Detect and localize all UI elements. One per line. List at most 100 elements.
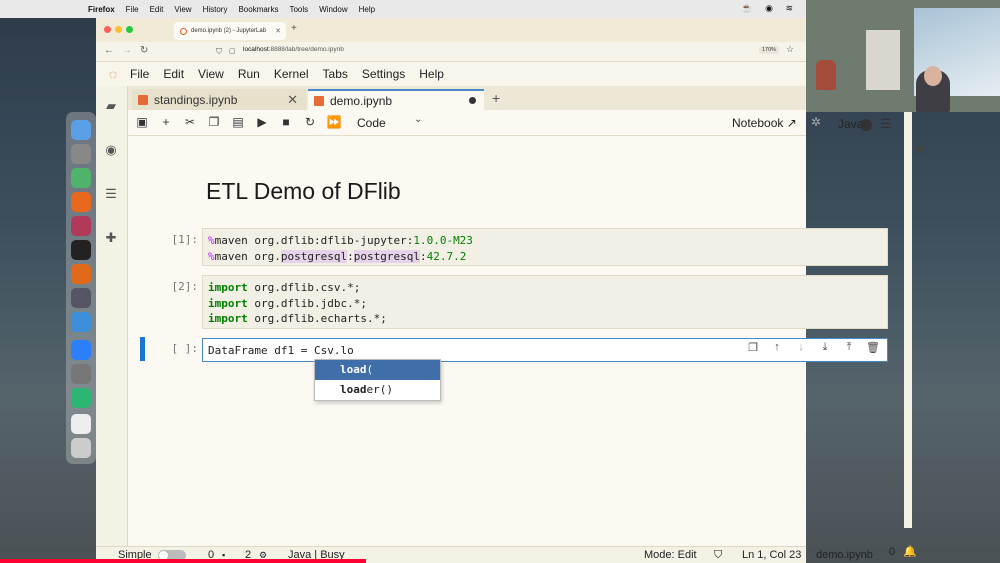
- menu-help[interactable]: Help: [419, 67, 444, 81]
- code-line: import org.dflib.jdbc.*;: [208, 296, 367, 310]
- paste-icon[interactable]: ▤: [230, 115, 246, 129]
- stop-icon[interactable]: ■: [278, 115, 294, 129]
- menu-settings[interactable]: Settings: [362, 67, 405, 81]
- menu-tabs[interactable]: Tabs: [323, 67, 348, 81]
- forward-button[interactable]: →: [122, 45, 132, 56]
- jupyter-favicon-icon: [180, 27, 187, 35]
- hamburger-menu-icon[interactable]: ☰: [880, 116, 892, 132]
- menubar-item-file[interactable]: File: [126, 5, 139, 14]
- right-panel-edge: [904, 112, 912, 528]
- tab-standings[interactable]: standings.ipynb ✕: [132, 89, 306, 110]
- app-icon[interactable]: [71, 144, 91, 164]
- browser-navbar: ← → ↻ ⛉ ▢ localhost:8888/lab/tree/demo.i…: [96, 42, 806, 62]
- app-icon[interactable]: [71, 312, 91, 332]
- add-cell-icon[interactable]: +: [158, 115, 174, 129]
- browser-window: demo.ipynb (2) - JupyterLab ✕ + ← → ↻ ⛉ …: [96, 18, 888, 563]
- chevron-down-icon[interactable]: ⌄: [414, 114, 422, 125]
- duplicate-cell-icon[interactable]: ❐: [746, 341, 760, 354]
- menubar-item-tools[interactable]: Tools: [289, 5, 308, 14]
- shield-icon[interactable]: ⛉: [216, 47, 222, 57]
- firefox-icon[interactable]: [71, 192, 91, 212]
- close-window-button[interactable]: [104, 26, 111, 33]
- app-icon[interactable]: [71, 264, 91, 284]
- notebook-label[interactable]: Notebook ↗: [732, 116, 797, 130]
- move-up-icon[interactable]: ↑: [770, 341, 784, 354]
- finder-icon[interactable]: [71, 120, 91, 140]
- insert-above-icon[interactable]: ⤒: [842, 341, 856, 354]
- menu-run[interactable]: Run: [238, 67, 260, 81]
- menubar-app-name[interactable]: Firefox: [88, 5, 115, 14]
- app-icon[interactable]: [71, 364, 91, 384]
- bell-icon[interactable]: 🔔: [903, 545, 917, 558]
- folder-icon[interactable]: ▰: [103, 98, 119, 114]
- extensions-icon[interactable]: ✚: [103, 230, 119, 246]
- bookmark-star-icon[interactable]: ☆: [786, 44, 794, 55]
- app-icon[interactable]: [71, 216, 91, 236]
- tab-demo[interactable]: demo.ipynb: [308, 89, 484, 110]
- debugger-icon[interactable]: ✹: [914, 142, 925, 158]
- trusted-icon[interactable]: ⛉: [714, 549, 722, 562]
- trash-icon[interactable]: [71, 438, 91, 458]
- move-down-icon[interactable]: ↓: [794, 341, 808, 354]
- kernel-busy-indicator-icon: [860, 119, 872, 131]
- cell-prompt: [2]:: [171, 280, 199, 293]
- copy-icon[interactable]: ❐: [206, 115, 222, 129]
- dock: [66, 112, 96, 464]
- cell-type-select[interactable]: Code: [357, 116, 386, 130]
- external-link-icon[interactable]: ↗: [787, 116, 797, 130]
- close-tab-icon[interactable]: ✕: [275, 27, 281, 35]
- cell-prompt: [1]:: [171, 233, 199, 246]
- app-icon[interactable]: [71, 414, 91, 434]
- webcam-door: [866, 30, 900, 90]
- file-name: demo.ipynb: [816, 549, 873, 561]
- table-of-contents-icon[interactable]: ☰: [103, 186, 119, 202]
- code-cell-1[interactable]: %maven org.dflib:dflib-jupyter:1.0.0-M23…: [202, 228, 888, 266]
- code-line[interactable]: DataFrame df1 = Csv.lo: [208, 344, 354, 357]
- menu-view[interactable]: View: [198, 67, 224, 81]
- menubar-item-edit[interactable]: Edit: [150, 5, 164, 14]
- menu-kernel[interactable]: Kernel: [274, 67, 309, 81]
- delete-cell-icon[interactable]: 🗑: [866, 341, 880, 354]
- run-icon[interactable]: ▶: [254, 115, 270, 129]
- menubar-status-icons: ☕ ◉ ≋: [741, 3, 798, 13]
- right-sidebar: ✹: [808, 112, 925, 528]
- autocomplete-popup: load( loader(): [314, 359, 441, 401]
- maximize-window-button[interactable]: [126, 26, 133, 33]
- running-kernels-icon[interactable]: ◉: [103, 142, 119, 158]
- cut-icon[interactable]: ✂: [182, 115, 198, 129]
- new-tab-button[interactable]: +: [291, 23, 297, 34]
- save-icon[interactable]: ▣: [134, 115, 150, 129]
- zoom-icon[interactable]: [71, 340, 91, 360]
- terminal-icon[interactable]: [71, 240, 91, 260]
- notification-count[interactable]: 0: [889, 546, 895, 558]
- menubar-item-help[interactable]: Help: [359, 5, 375, 14]
- menubar-item-bookmarks[interactable]: Bookmarks: [238, 5, 278, 14]
- run-all-icon[interactable]: ⏩: [326, 115, 342, 129]
- add-tab-button[interactable]: +: [492, 90, 500, 106]
- zoom-level[interactable]: 170%: [759, 46, 780, 54]
- tab-label: standings.ipynb: [154, 92, 238, 107]
- mode-indicator: Mode: Edit: [644, 549, 697, 561]
- left-sidebar: ▰ ◉ ☰ ✚: [96, 86, 128, 546]
- menubar-item-window[interactable]: Window: [319, 5, 347, 14]
- cursor-position[interactable]: Ln 1, Col 23: [742, 549, 801, 561]
- code-cell-2[interactable]: import org.dflib.csv.*; import org.dflib…: [202, 275, 888, 329]
- back-button[interactable]: ←: [104, 45, 114, 56]
- app-icon[interactable]: [71, 168, 91, 188]
- menubar-item-history[interactable]: History: [203, 5, 228, 14]
- reload-button[interactable]: ↻: [140, 45, 148, 56]
- unsaved-indicator-icon[interactable]: [469, 97, 476, 104]
- close-icon[interactable]: ✕: [287, 92, 298, 108]
- url-bar[interactable]: localhost:8888/lab/tree/demo.ipynb: [243, 46, 344, 53]
- app-icon[interactable]: [71, 288, 91, 308]
- menu-file[interactable]: File: [130, 67, 149, 81]
- restart-icon[interactable]: ↻: [302, 115, 318, 129]
- markdown-heading: ETL Demo of DFlib: [206, 178, 401, 204]
- app-icon[interactable]: [71, 388, 91, 408]
- completion-item[interactable]: loader(): [315, 380, 440, 400]
- menubar-item-view[interactable]: View: [174, 5, 191, 14]
- minimize-window-button[interactable]: [115, 26, 122, 33]
- completion-item[interactable]: load(: [315, 360, 440, 380]
- browser-tab[interactable]: demo.ipynb (2) - JupyterLab ✕: [174, 22, 286, 40]
- menu-edit[interactable]: Edit: [163, 67, 184, 81]
